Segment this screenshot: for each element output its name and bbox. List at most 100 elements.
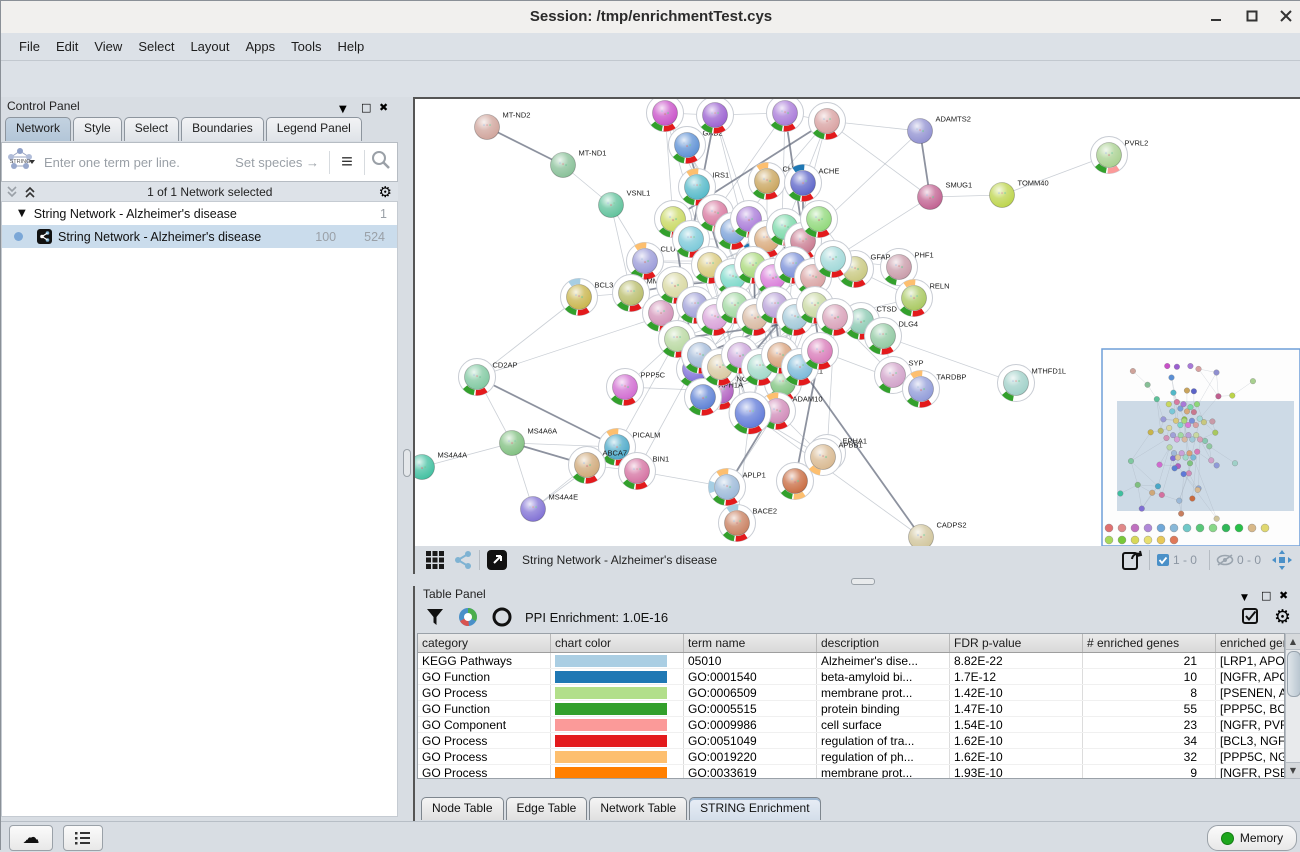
tab-select[interactable]: Select bbox=[124, 117, 179, 141]
hidden-eye-icon[interactable] bbox=[1216, 553, 1234, 567]
network-node[interactable]: MS4A4E bbox=[521, 493, 579, 522]
tab-legend-panel[interactable]: Legend Panel bbox=[266, 117, 362, 141]
tab-style[interactable]: Style bbox=[73, 117, 122, 141]
splitter-grip[interactable] bbox=[851, 578, 875, 585]
menu-apps[interactable]: Apps bbox=[238, 36, 284, 57]
close-button[interactable] bbox=[1273, 7, 1299, 27]
column-header[interactable]: enriched genes bbox=[1216, 634, 1286, 653]
network-node[interactable]: BACE2 bbox=[715, 501, 777, 545]
network-node[interactable]: SMUG1 bbox=[918, 181, 973, 210]
tab-node-table[interactable]: Node Table bbox=[421, 797, 504, 820]
network-node[interactable]: BCL3 bbox=[557, 275, 613, 319]
task-list-button[interactable] bbox=[63, 825, 103, 851]
column-header[interactable]: FDR p-value bbox=[950, 634, 1083, 653]
cell-category: KEGG Pathways bbox=[418, 653, 551, 669]
table-scrollbar[interactable]: ▲ ▼ bbox=[1285, 633, 1300, 779]
tab-network[interactable]: Network bbox=[5, 117, 71, 141]
collection-count: 1 bbox=[380, 207, 387, 221]
set-species-link[interactable]: Set species → bbox=[235, 155, 329, 170]
birdseye-view[interactable] bbox=[1102, 349, 1300, 546]
tab-network-table[interactable]: Network Table bbox=[589, 797, 687, 820]
column-header[interactable]: category bbox=[418, 634, 551, 653]
menu-help[interactable]: Help bbox=[330, 36, 373, 57]
chart-donut-icon[interactable] bbox=[457, 606, 479, 628]
share-view-icon[interactable] bbox=[453, 550, 473, 570]
column-header[interactable]: description bbox=[817, 634, 950, 653]
string-logo-dropdown[interactable]: STRING bbox=[2, 147, 38, 178]
table-row[interactable]: GO ComponentGO:0009986cell surface1.54E-… bbox=[418, 717, 1285, 733]
cloud-button[interactable]: ☁ bbox=[9, 825, 53, 851]
scroll-thumb[interactable] bbox=[1287, 651, 1300, 697]
table-row[interactable]: GO ProcessGO:0019220regulation of ph...1… bbox=[418, 749, 1285, 765]
menu-layout[interactable]: Layout bbox=[182, 36, 237, 57]
network-nodes[interactable]: MT-ND2MT-ND1VSNL1GAB2IRS1CHATACHECLUMMEB… bbox=[415, 99, 1148, 546]
settings-gear-icon[interactable]: ⚙ bbox=[1274, 606, 1291, 628]
network-node[interactable]: MT-ND1 bbox=[551, 149, 607, 178]
network-node[interactable]: PVRL2 bbox=[1087, 133, 1148, 177]
selected-checkbox-icon[interactable] bbox=[1156, 553, 1170, 567]
network-options-gear-icon[interactable]: ⚙ bbox=[379, 183, 392, 201]
open-in-window-icon[interactable] bbox=[486, 549, 508, 571]
table-row[interactable]: KEGG Pathways05010Alzheimer's dise...8.8… bbox=[418, 653, 1285, 669]
scroll-down-button[interactable]: ▼ bbox=[1286, 762, 1300, 778]
network-node[interactable]: PPP5C bbox=[603, 365, 666, 409]
network-node[interactable]: TOMM40 bbox=[990, 179, 1049, 208]
scroll-up-button[interactable]: ▲ bbox=[1286, 634, 1300, 650]
network-row[interactable]: String Network - Alzheimer's disease 100… bbox=[2, 225, 397, 248]
panel-float-icon[interactable]: □ bbox=[361, 98, 371, 116]
table-header-row[interactable]: categorychart colorterm namedescriptionF… bbox=[418, 634, 1285, 653]
export-view-icon[interactable] bbox=[1121, 549, 1143, 571]
horizontal-splitter[interactable] bbox=[413, 574, 1300, 586]
tab-string-enrichment[interactable]: STRING Enrichment bbox=[689, 797, 820, 820]
network-node[interactable]: MTHFD1L bbox=[998, 365, 1067, 402]
menu-view[interactable]: View bbox=[86, 36, 130, 57]
table-row[interactable]: GO ProcessGO:0051049regulation of tra...… bbox=[418, 733, 1285, 749]
column-header[interactable]: chart color bbox=[551, 634, 684, 653]
table-row[interactable]: GO FunctionGO:0001540beta-amyloid bi...1… bbox=[418, 669, 1285, 685]
tab-boundaries[interactable]: Boundaries bbox=[181, 117, 264, 141]
minimize-button[interactable] bbox=[1203, 7, 1229, 27]
grid-view-icon[interactable] bbox=[425, 550, 445, 570]
table-row[interactable]: GO FunctionGO:0005515protein binding1.47… bbox=[418, 701, 1285, 717]
menu-edit[interactable]: Edit bbox=[48, 36, 86, 57]
network-node[interactable] bbox=[805, 99, 849, 143]
network-collection-row[interactable]: ▼ String Network - Alzheimer's disease 1 bbox=[2, 202, 397, 225]
tree-expand-icon[interactable]: ▼ bbox=[18, 208, 26, 219]
birdseye-singleton-node bbox=[1118, 524, 1126, 532]
memory-button[interactable]: Memory bbox=[1207, 825, 1297, 851]
string-search-icon[interactable] bbox=[364, 150, 397, 175]
table-row[interactable]: GO ProcessGO:0006509membrane prot...1.42… bbox=[418, 685, 1285, 701]
network-node[interactable]: MS4A4A bbox=[415, 451, 467, 480]
filter-icon[interactable] bbox=[425, 607, 445, 627]
vertical-splitter[interactable] bbox=[400, 97, 413, 821]
navigator-compass-icon[interactable] bbox=[1271, 549, 1293, 571]
table-row[interactable]: GO ProcessGO:0033619membrane prot...1.93… bbox=[418, 765, 1285, 780]
network-node[interactable] bbox=[763, 99, 807, 135]
panel-collapse-icon[interactable]: ▼ bbox=[339, 99, 347, 117]
birdseye-singleton-node bbox=[1157, 536, 1165, 544]
string-query-input[interactable]: Enter one term per line. bbox=[38, 155, 235, 170]
select-columns-checkbox-icon[interactable] bbox=[1242, 608, 1260, 626]
menu-select[interactable]: Select bbox=[130, 36, 182, 57]
network-node[interactable]: MS4A6A bbox=[500, 427, 558, 456]
string-options-menu-icon[interactable]: ≡ bbox=[329, 151, 364, 174]
menu-tools[interactable]: Tools bbox=[283, 36, 329, 57]
network-node[interactable]: ADAMTS2 bbox=[908, 115, 971, 144]
network-canvas[interactable]: MT-ND2MT-ND1VSNL1GAB2IRS1CHATACHECLUMMEB… bbox=[413, 97, 1300, 546]
birdseye-viewport[interactable] bbox=[1117, 401, 1294, 511]
menu-file[interactable]: File bbox=[11, 36, 48, 57]
ring-chart-icon[interactable] bbox=[491, 606, 513, 628]
maximize-button[interactable] bbox=[1239, 7, 1265, 27]
tab-edge-table[interactable]: Edge Table bbox=[506, 797, 588, 820]
splitter-grip[interactable] bbox=[403, 449, 411, 477]
network-node[interactable]: APBB1 bbox=[805, 439, 863, 476]
network-node[interactable]: APLP1 bbox=[705, 465, 766, 509]
network-node[interactable]: VSNL1 bbox=[599, 189, 651, 218]
network-node[interactable]: CADPS2 bbox=[909, 521, 967, 547]
enrichment-table[interactable]: categorychart colorterm namedescriptionF… bbox=[417, 633, 1285, 779]
expand-all-icon[interactable] bbox=[23, 185, 41, 199]
collapse-all-icon[interactable] bbox=[5, 185, 23, 199]
panel-close-icon[interactable]: ✖ bbox=[379, 98, 388, 116]
column-header[interactable]: term name bbox=[684, 634, 817, 653]
column-header[interactable]: # enriched genes bbox=[1083, 634, 1216, 653]
